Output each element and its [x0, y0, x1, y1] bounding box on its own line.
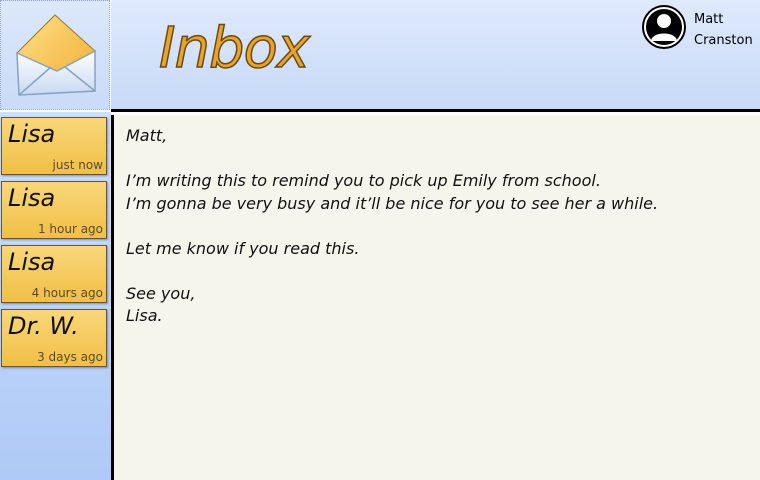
- user-name: Matt Cranston: [694, 12, 753, 48]
- message-line: Lisa.: [126, 306, 163, 325]
- message-line: I’m writing this to remind you to pick u…: [126, 171, 601, 190]
- message-line: [126, 215, 750, 238]
- message-line: [126, 148, 750, 171]
- message-line: See you,: [126, 283, 196, 303]
- page-title: Inbox: [158, 15, 310, 82]
- message-time: just now: [52, 158, 103, 172]
- message-line: I’m gonna be very busy and it’ll be nice…: [126, 193, 659, 213]
- app-logo: [0, 0, 110, 110]
- message-time: 4 hours ago: [31, 286, 103, 300]
- message-sender: Dr. W.: [8, 312, 79, 340]
- message-sender: Lisa: [8, 120, 56, 148]
- message-reader[interactable]: Matt, I’m writing this to remind you to …: [111, 115, 760, 480]
- message-list: Lisa just now Lisa 1 hour ago Lisa 4 hou…: [0, 112, 111, 480]
- message-time: 3 days ago: [37, 350, 103, 364]
- message-item[interactable]: Lisa 4 hours ago: [1, 245, 107, 303]
- user-profile[interactable]: Matt Cranston: [642, 5, 753, 51]
- message-sender: Lisa: [8, 184, 56, 212]
- envelope-icon: [16, 14, 96, 96]
- user-silhouette-icon: [642, 5, 686, 49]
- message-line: Matt,: [126, 126, 168, 145]
- message-item[interactable]: Lisa just now: [1, 117, 107, 175]
- message-line: [126, 260, 750, 283]
- message-item[interactable]: Lisa 1 hour ago: [1, 181, 107, 239]
- message-sender: Lisa: [8, 248, 56, 276]
- message-item[interactable]: Dr. W. 3 days ago: [1, 309, 107, 367]
- header-bar: Inbox Matt Cranston: [111, 0, 760, 112]
- message-line: Let me know if you read this.: [126, 238, 360, 258]
- message-body: Matt, I’m writing this to remind you to …: [126, 125, 750, 328]
- message-time: 1 hour ago: [37, 222, 103, 236]
